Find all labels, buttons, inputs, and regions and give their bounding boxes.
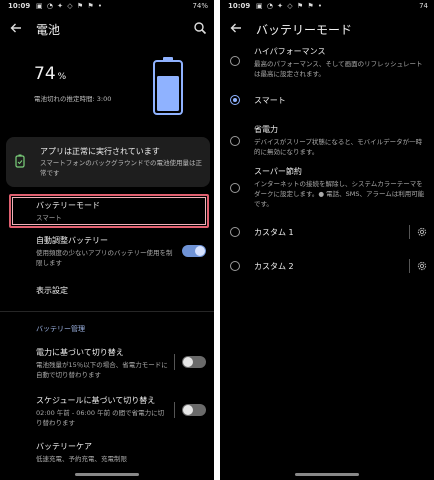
- toggle-knob: [183, 357, 193, 367]
- app-bar: 電池: [0, 16, 214, 42]
- power-switch-setting[interactable]: 電力に基づいて切り替え 電池残量が15％以下の場合、省電力モードに自動で切り替わ…: [36, 347, 168, 380]
- status-time: 10:09: [8, 2, 31, 10]
- battery-percent: 74%: [34, 64, 66, 84]
- mode-title: カスタム 1: [254, 228, 294, 237]
- power-switch-toggle[interactable]: [182, 356, 206, 368]
- schedule-switch-toggle[interactable]: [182, 404, 206, 416]
- schedule-switch-desc: 02:00 午前 - 06:00 午前 の間で省電力に切り替わります: [36, 409, 165, 427]
- battery-percent-value: 74: [34, 64, 56, 84]
- battery-screen: 10:09 ▣ ◔ ✦ ◇ ⚑ ⚑ • 74% 電池 74% 電池切れの推定時間…: [0, 0, 214, 480]
- mode-desc: デバイスがスリープ状態になると、モバイルデータが一時的に無効になります。: [254, 138, 423, 156]
- radio-smart[interactable]: [230, 95, 240, 105]
- status-battery: 74%: [192, 2, 208, 10]
- mode-super-saving[interactable]: スーパー節約 インターネットの接続を解除し、システムカラーテーマをダークに設定し…: [254, 166, 428, 209]
- status-battery: 74: [419, 2, 428, 10]
- schedule-switch-setting[interactable]: スケジュールに基づいて切り替え 02:00 午前 - 06:00 午前 の間で省…: [36, 395, 168, 428]
- back-arrow-icon[interactable]: [8, 20, 24, 36]
- adaptive-battery-toggle[interactable]: [182, 245, 206, 257]
- battery-estimate: 電池切れの推定時間: 3:00: [34, 95, 112, 103]
- app-status-card[interactable]: アプリは正常に実行されています スマートフォンのバックグラウンドでの電池使用量は…: [6, 137, 210, 187]
- mode-title: スーパー節約: [254, 167, 302, 176]
- vertical-divider: [409, 259, 410, 273]
- radio-custom-1[interactable]: [230, 227, 240, 237]
- mode-title: スマート: [254, 96, 286, 105]
- mode-title: カスタム 2: [254, 262, 294, 271]
- battery-level-fill: [157, 76, 179, 111]
- page-title: 電池: [36, 23, 61, 37]
- gesture-bar[interactable]: [295, 473, 359, 476]
- app-bar: バッテリーモード: [220, 16, 434, 42]
- battery-mode-screen: 10:09 ▣ ◔ ✦ ◇ ⚑ ⚑ • 74 バッテリーモード ハイパフォーマン…: [220, 0, 434, 480]
- adaptive-battery-setting[interactable]: 自動調整バッテリー 使用頻度の少ないアプリのバッテリー使用を制限します: [36, 235, 174, 268]
- power-switch-title: 電力に基づいて切り替え: [36, 348, 124, 357]
- battery-percent-unit: %: [57, 72, 67, 82]
- radio-power-saving[interactable]: [230, 136, 240, 146]
- battery-level-icon: [153, 57, 183, 115]
- mode-power-saving[interactable]: 省電力 デバイスがスリープ状態になると、モバイルデータが一時的に無効になります。: [254, 124, 428, 157]
- vertical-divider: [409, 225, 410, 239]
- search-icon[interactable]: [192, 20, 208, 36]
- radio-custom-2[interactable]: [230, 261, 240, 271]
- mode-custom-1[interactable]: カスタム 1: [254, 227, 400, 238]
- back-arrow-icon[interactable]: [228, 20, 244, 36]
- toggle-knob: [195, 246, 205, 256]
- status-icons: ▣ ◔ ✦ ◇ ⚑ ⚑ •: [36, 2, 104, 10]
- mode-smart[interactable]: スマート: [254, 95, 428, 106]
- vertical-divider: [174, 354, 175, 370]
- status-icons: ▣ ◔ ✦ ◇ ⚑ ⚑ •: [256, 2, 324, 10]
- mode-custom-2[interactable]: カスタム 2: [254, 261, 400, 272]
- gesture-bar[interactable]: [75, 473, 139, 476]
- radio-super-saving[interactable]: [230, 183, 240, 193]
- section-divider: [0, 311, 214, 312]
- adaptive-battery-title: 自動調整バッテリー: [36, 236, 108, 245]
- status-time: 10:09: [228, 2, 251, 10]
- adaptive-battery-desc: 使用頻度の少ないアプリのバッテリー使用を制限します: [36, 249, 173, 267]
- battery-mode-value: スマート: [36, 214, 62, 222]
- page-title: バッテリーモード: [256, 23, 353, 37]
- status-bar: 10:09 ▣ ◔ ✦ ◇ ⚑ ⚑ • 74: [220, 0, 434, 14]
- mode-desc: 最高のパフォーマンス、そして画面のリフレッシュレートは最高に設定されます。: [254, 60, 423, 78]
- battery-ok-icon: [15, 154, 25, 168]
- app-status-title: アプリは正常に実行されています: [40, 147, 160, 156]
- battery-mode-title: バッテリーモード: [36, 201, 100, 210]
- mode-title: ハイパフォーマンス: [254, 47, 326, 56]
- mode-desc: インターネットの接続を解除し、システムカラーテーマをダークに設定します。● 電話…: [254, 180, 425, 208]
- status-bar: 10:09 ▣ ◔ ✦ ◇ ⚑ ⚑ • 74%: [0, 0, 214, 14]
- mode-title: 省電力: [254, 125, 278, 134]
- app-status-desc: スマートフォンのバックグラウンドでの電池使用量は正常です: [40, 159, 203, 177]
- battery-mode-setting[interactable]: バッテリーモード スマート: [36, 200, 206, 223]
- battery-care-title: バッテリーケア: [36, 442, 92, 451]
- display-settings-item[interactable]: 表示設定: [36, 285, 206, 296]
- section-header-battery-management: バッテリー管理: [36, 325, 85, 333]
- radio-high-performance[interactable]: [230, 56, 240, 66]
- schedule-switch-title: スケジュールに基づいて切り替え: [36, 396, 156, 405]
- gear-icon[interactable]: [416, 226, 428, 238]
- power-switch-desc: 電池残量が15％以下の場合、省電力モードに自動で切り替わります: [36, 361, 168, 379]
- gear-icon[interactable]: [416, 260, 428, 272]
- battery-care-setting[interactable]: バッテリーケア 低速充電、予約充電、充電制限: [36, 441, 206, 464]
- mode-high-performance[interactable]: ハイパフォーマンス 最高のパフォーマンス、そして画面のリフレッシュレートは最高に…: [254, 46, 428, 79]
- battery-care-desc: 低速充電、予約充電、充電制限: [36, 455, 127, 463]
- toggle-knob: [183, 405, 193, 415]
- vertical-divider: [174, 402, 175, 418]
- display-settings-label: 表示設定: [36, 286, 68, 295]
